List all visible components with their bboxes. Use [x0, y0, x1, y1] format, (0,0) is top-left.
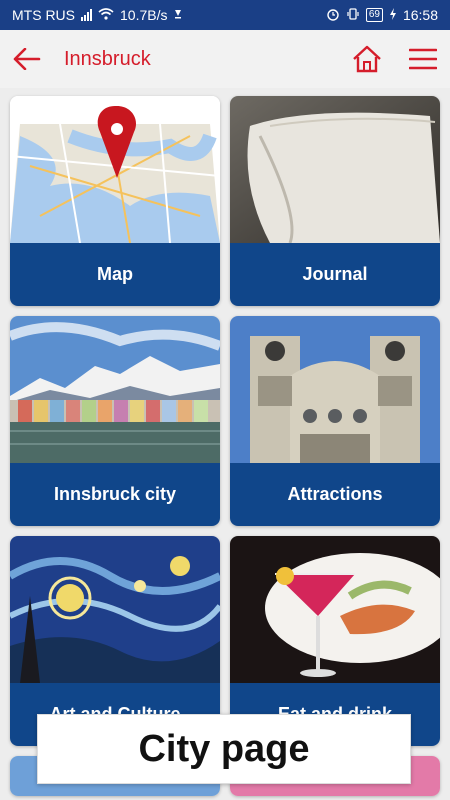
card-label: Attractions — [230, 463, 440, 526]
menu-icon[interactable] — [408, 44, 438, 74]
carrier-text: MTS RUS — [12, 7, 75, 23]
card-label: Map — [10, 243, 220, 306]
card-innsbruck-city[interactable]: Innsbruck city — [10, 316, 220, 526]
card-label: Journal — [230, 243, 440, 306]
wifi-icon — [98, 7, 114, 23]
banner-text: City page — [138, 727, 310, 770]
home-icon[interactable] — [352, 44, 382, 74]
category-grid: Map Journal Innsbruck city Attractions — [10, 96, 440, 796]
food-drink-image — [230, 536, 440, 683]
card-map[interactable]: Map — [10, 96, 220, 306]
app-toolbar: Innsbruck — [0, 30, 450, 88]
back-arrow-icon[interactable] — [12, 44, 42, 74]
city-image — [10, 316, 220, 463]
charging-icon — [389, 7, 397, 23]
clock-time: 16:58 — [402, 7, 438, 23]
battery-level: 69 — [365, 8, 383, 22]
card-attractions[interactable]: Attractions — [230, 316, 440, 526]
alarm-icon — [326, 7, 340, 24]
download-icon — [173, 7, 183, 23]
starry-night-image — [10, 536, 220, 683]
card-label: Innsbruck city — [10, 463, 220, 526]
card-journal[interactable]: Journal — [230, 96, 440, 306]
church-image — [230, 316, 440, 463]
network-speed: 10.7B/s — [120, 7, 168, 23]
status-bar: MTS RUS 10.7B/s 69 16:58 — [0, 0, 450, 30]
city-page-banner: City page — [37, 714, 411, 784]
journal-image — [230, 96, 440, 243]
page-title: Innsbruck — [64, 47, 151, 70]
vibrate-icon — [346, 7, 360, 24]
map-image — [10, 96, 220, 243]
signal-icon — [81, 9, 92, 21]
